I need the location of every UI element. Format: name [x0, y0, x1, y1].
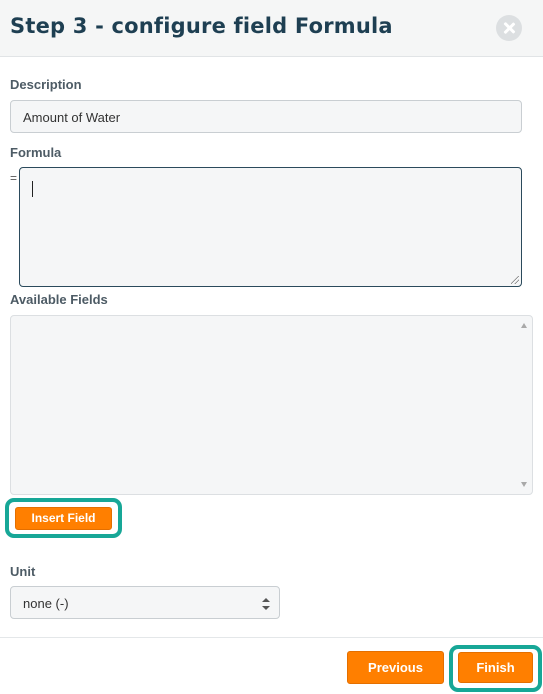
list-scrollbar[interactable]	[517, 317, 531, 493]
description-label: Description	[10, 77, 82, 92]
select-arrows-icon	[262, 598, 271, 610]
footer-divider	[0, 637, 543, 638]
text-caret	[32, 181, 33, 197]
dialog-header: Step 3 - configure field Formula	[0, 0, 543, 57]
formula-label: Formula	[10, 145, 62, 160]
available-fields-list[interactable]	[10, 315, 533, 495]
scroll-up-arrow-icon[interactable]	[521, 323, 527, 328]
finish-button[interactable]: Finish	[458, 652, 533, 683]
available-fields-label: Available Fields	[10, 292, 108, 307]
previous-button[interactable]: Previous	[347, 651, 444, 684]
unit-label: Unit	[10, 564, 36, 579]
description-input[interactable]: Amount of Water	[10, 100, 522, 133]
resize-grip-icon[interactable]	[511, 276, 519, 284]
formula-equals-prefix: =	[10, 171, 18, 185]
close-icon[interactable]	[496, 15, 522, 41]
unit-selected-value: none (-)	[23, 596, 69, 611]
scroll-down-arrow-icon[interactable]	[521, 482, 527, 487]
formula-textarea[interactable]	[19, 167, 522, 287]
dialog-title: Step 3 - configure field Formula	[10, 14, 393, 38]
unit-select[interactable]: none (-)	[10, 586, 280, 619]
insert-field-button[interactable]: Insert Field	[15, 507, 112, 530]
